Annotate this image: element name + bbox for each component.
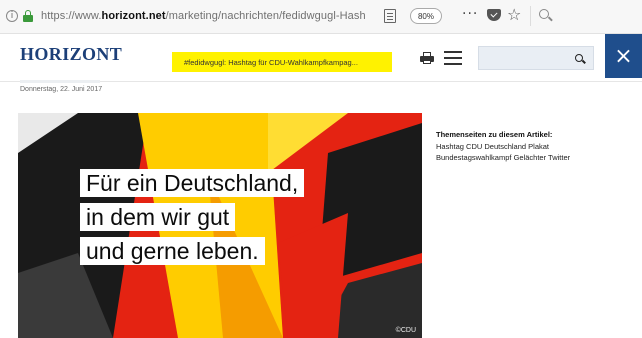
topic-link-bundestagswahlkampf[interactable]: Bundestagswahlkampf	[436, 153, 511, 162]
hero-image: Für ein Deutschland, in dem wir gut und …	[18, 113, 422, 338]
topics-title: Themenseiten zu diesem Artikel:	[436, 130, 553, 139]
hamburger-menu-icon[interactable]	[444, 51, 462, 65]
hero-slogan-line-1: Für ein Deutschland,	[80, 169, 305, 197]
article-headline-strip: #fedidwgugl: Hashtag für CDU-Wahlkampfka…	[172, 52, 392, 72]
article-date: Donnerstag, 22. Juni 2017	[20, 86, 103, 93]
pocket-icon[interactable]	[487, 9, 501, 21]
close-button[interactable]: ×	[605, 34, 642, 78]
topic-link-twitter[interactable]: Twitter	[548, 153, 570, 162]
site-header: HORIZONT #fedidwgugl: Hashtag für CDU-Wa…	[0, 34, 642, 82]
zoom-level[interactable]: 80%	[410, 8, 442, 24]
topic-link-plakat[interactable]: Plakat	[528, 142, 549, 151]
site-logo[interactable]: HORIZONT	[20, 44, 122, 65]
hero-slogan-line-2: in dem wir gut	[80, 203, 236, 231]
site-search-input[interactable]	[478, 46, 594, 70]
topic-pages: Themenseiten zu diesem Artikel: Hashtag …	[436, 130, 636, 163]
hero-slogan: Für ein Deutschland, in dem wir gut und …	[80, 169, 305, 271]
url-prefix: https://www.	[41, 10, 102, 22]
browser-toolbar: i https://www.horizont.net/marketing/nac…	[0, 0, 642, 34]
search-icon	[539, 9, 549, 19]
address-bar[interactable]: i https://www.horizont.net/marketing/nac…	[0, 4, 380, 28]
url-path: /marketing/nachrichten/fedidwgugl-Hash	[165, 10, 366, 22]
meta-line-cut	[20, 80, 100, 83]
url-domain: horizont.net	[101, 10, 166, 22]
hero-slogan-line-3: und gerne leben.	[80, 237, 265, 265]
lock-icon[interactable]	[23, 10, 33, 22]
topic-link-cdu[interactable]: CDU	[466, 142, 482, 151]
browser-search-box[interactable]	[530, 6, 642, 26]
url-text[interactable]: https://www.horizont.net/marketing/nachr…	[41, 10, 371, 22]
topic-link-gelaechter[interactable]: Gelächter	[514, 153, 547, 162]
image-credit: ©CDU	[395, 327, 416, 334]
reader-view-icon[interactable]	[384, 9, 396, 23]
search-icon[interactable]	[575, 54, 583, 62]
info-icon[interactable]: i	[6, 10, 18, 22]
more-actions-icon[interactable]: ···	[462, 6, 478, 22]
bookmark-star-icon[interactable]: ☆	[507, 5, 521, 24]
topic-link-hashtag[interactable]: Hashtag	[436, 142, 464, 151]
print-icon[interactable]	[420, 52, 434, 64]
topic-link-deutschland[interactable]: Deutschland	[484, 142, 526, 151]
topic-links: Hashtag CDU Deutschland Plakat Bundestag…	[436, 141, 636, 163]
